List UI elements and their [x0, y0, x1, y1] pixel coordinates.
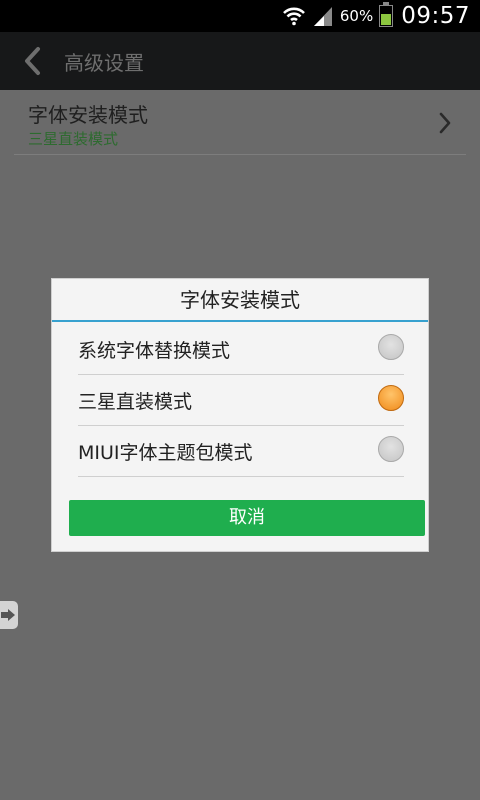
- font-install-mode-dialog: 字体安装模式 系统字体替换模式 三星直装模式 MIUI字体主题包模式 取消: [51, 278, 429, 552]
- option-miui-theme-pack[interactable]: MIUI字体主题包模式: [78, 425, 404, 477]
- option-label: MIUI字体主题包模式: [78, 442, 253, 464]
- option-system-font-replace[interactable]: 系统字体替换模式: [78, 323, 404, 375]
- radio-selected[interactable]: [378, 385, 404, 411]
- chevron-right-icon: [439, 112, 451, 134]
- option-label: 系统字体替换模式: [78, 340, 231, 362]
- settings-item-subtitle: 三星直装模式: [28, 130, 119, 148]
- option-label: 三星直装模式: [78, 391, 193, 413]
- option-samsung-direct-install[interactable]: 三星直装模式: [78, 374, 404, 426]
- clock: 09:57: [401, 3, 470, 29]
- radio-unselected[interactable]: [378, 436, 404, 462]
- radio-unselected[interactable]: [378, 334, 404, 360]
- dialog-title: 字体安装模式: [52, 279, 428, 322]
- page-title: 高级设置: [64, 51, 144, 75]
- wifi-icon: [282, 7, 305, 26]
- side-tab-arrow-icon: [1, 609, 15, 621]
- battery-icon: [379, 2, 394, 27]
- settings-item-title: 字体安装模式: [28, 103, 148, 127]
- side-tab-handle[interactable]: [0, 601, 18, 629]
- battery-percentage: 60%: [339, 7, 374, 25]
- settings-item-font-install-mode[interactable]: 字体安装模式 三星直装模式: [14, 92, 466, 155]
- action-bar: 高级设置: [0, 32, 480, 90]
- status-bar: 60% 09:57: [0, 0, 480, 32]
- back-arrow-icon[interactable]: [20, 46, 46, 76]
- cancel-button[interactable]: 取消: [69, 500, 425, 536]
- status-indicators: 60% 09:57: [282, 0, 470, 32]
- signal-icon: [313, 7, 332, 26]
